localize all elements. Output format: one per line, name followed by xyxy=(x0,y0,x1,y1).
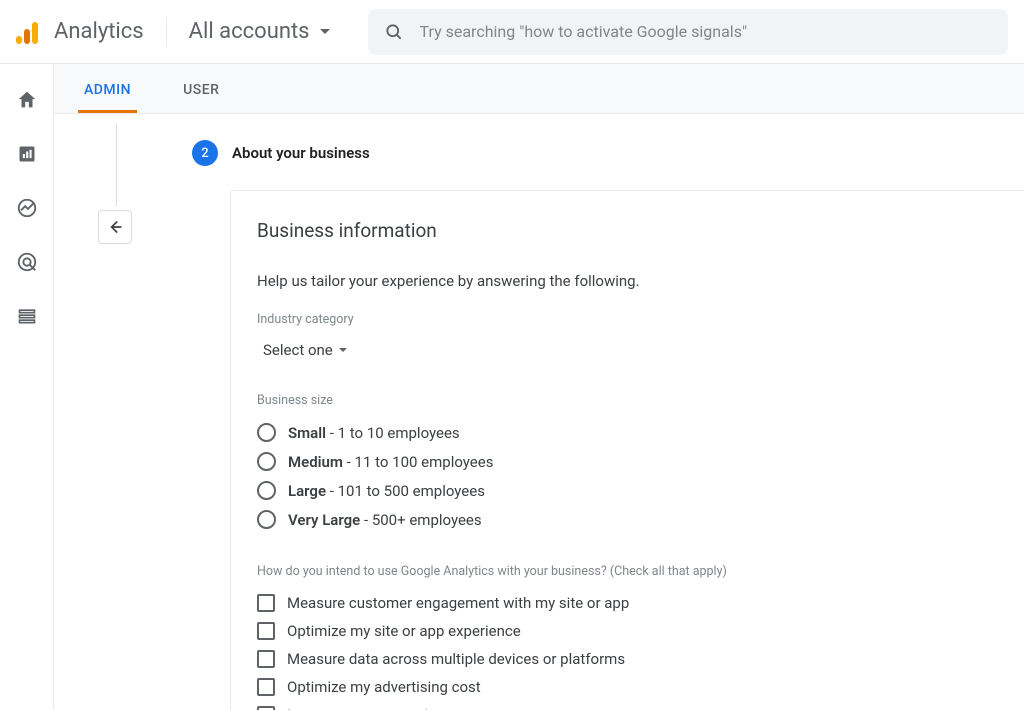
back-button[interactable] xyxy=(98,210,132,244)
step-title: About your business xyxy=(232,144,370,162)
admin-tabs: ADMIN USER xyxy=(54,64,1024,114)
intend-option-label: Increase my conversions xyxy=(287,706,453,710)
card-heading: Business information xyxy=(257,219,998,242)
divider xyxy=(166,17,167,47)
intend-option-label: Optimize my advertising cost xyxy=(287,678,481,696)
checkbox-icon xyxy=(257,622,275,640)
step-header: 2 About your business xyxy=(192,140,370,166)
industry-select[interactable]: Select one xyxy=(257,337,353,363)
checkbox-icon xyxy=(257,594,275,612)
account-label: All accounts xyxy=(189,19,310,44)
tab-admin[interactable]: ADMIN xyxy=(78,68,137,113)
reports-icon[interactable] xyxy=(15,142,39,166)
checkbox-icon xyxy=(257,650,275,668)
radio-icon xyxy=(257,481,276,500)
intend-option-label: Measure data across multiple devices or … xyxy=(287,650,625,668)
app-title: Analytics xyxy=(54,19,144,44)
step-number-badge: 2 xyxy=(192,140,218,166)
business-size-option[interactable]: Small - 1 to 10 employees xyxy=(257,418,998,447)
explore-icon[interactable] xyxy=(15,196,39,220)
checkbox-icon xyxy=(257,706,275,710)
left-nav-rail xyxy=(0,64,54,710)
caret-down-icon xyxy=(320,29,330,34)
radio-icon xyxy=(257,452,276,471)
advertising-icon[interactable] xyxy=(15,250,39,274)
analytics-logo xyxy=(16,20,38,44)
intend-label: How do you intend to use Google Analytic… xyxy=(257,564,998,579)
top-header: Analytics All accounts Try searching "ho… xyxy=(0,0,1024,64)
search-box[interactable]: Try searching "how to activate Google si… xyxy=(368,9,1008,55)
industry-select-value: Select one xyxy=(263,341,333,359)
search-placeholder: Try searching "how to activate Google si… xyxy=(420,22,992,41)
radio-icon xyxy=(257,423,276,442)
card-subtext: Help us tailor your experience by answer… xyxy=(257,272,998,290)
intend-option[interactable]: Measure data across multiple devices or … xyxy=(257,645,998,673)
intend-option[interactable]: Increase my conversions xyxy=(257,701,998,710)
configure-icon[interactable] xyxy=(15,304,39,328)
caret-down-icon xyxy=(339,348,347,352)
business-info-card: Business information Help us tailor your… xyxy=(230,190,1024,710)
business-size-option[interactable]: Large - 101 to 500 employees xyxy=(257,476,998,505)
checkbox-icon xyxy=(257,678,275,696)
industry-label: Industry category xyxy=(257,312,998,327)
intend-option-label: Optimize my site or app experience xyxy=(287,622,521,640)
business-size-option-label: Very Large - 500+ employees xyxy=(288,511,482,529)
intend-option[interactable]: Measure customer engagement with my site… xyxy=(257,589,998,617)
wizard-timeline xyxy=(116,124,117,206)
business-size-option-label: Large - 101 to 500 employees xyxy=(288,482,485,500)
search-icon xyxy=(384,22,404,42)
business-size-option[interactable]: Medium - 11 to 100 employees xyxy=(257,447,998,476)
radio-icon xyxy=(257,510,276,529)
business-size-label: Business size xyxy=(257,393,998,408)
business-size-option-label: Small - 1 to 10 employees xyxy=(288,424,460,442)
tab-user[interactable]: USER xyxy=(177,68,225,113)
account-switcher[interactable]: All accounts xyxy=(181,15,338,48)
intend-option[interactable]: Optimize my site or app experience xyxy=(257,617,998,645)
intend-option-label: Measure customer engagement with my site… xyxy=(287,594,629,612)
content-area: 2 About your business Business informati… xyxy=(54,114,1024,710)
home-icon[interactable] xyxy=(15,88,39,112)
business-size-option-label: Medium - 11 to 100 employees xyxy=(288,453,493,471)
intend-option[interactable]: Optimize my advertising cost xyxy=(257,673,998,701)
business-size-option[interactable]: Very Large - 500+ employees xyxy=(257,505,998,534)
